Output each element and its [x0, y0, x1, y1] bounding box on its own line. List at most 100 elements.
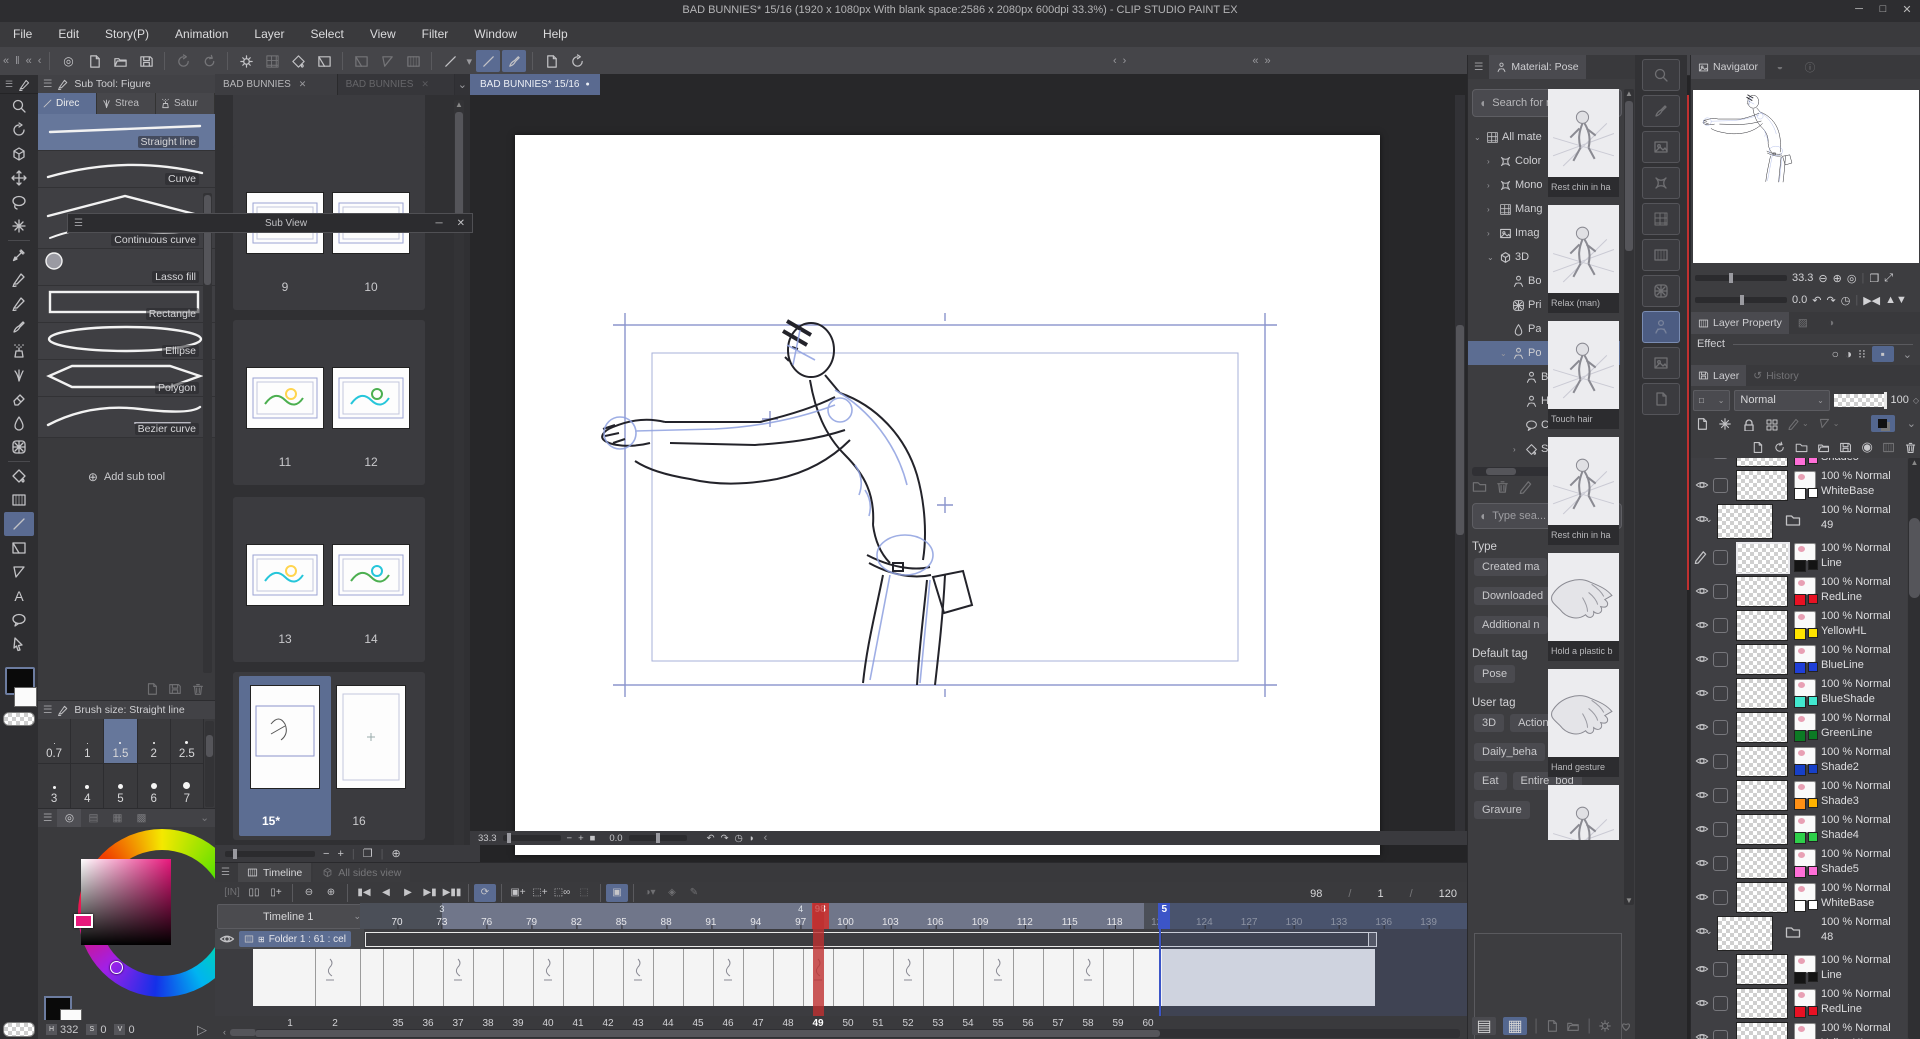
- register-material-icon[interactable]: [1566, 1019, 1580, 1033]
- select-rect-icon[interactable]: [349, 50, 373, 72]
- transparent-color-pill[interactable]: [3, 1022, 35, 1037]
- timeline-play[interactable]: ▶: [397, 884, 419, 902]
- extract-line-icon[interactable]: ⁝⁝: [1858, 347, 1866, 361]
- cel-checkbox[interactable]: [1713, 822, 1728, 837]
- brush-size-0.7[interactable]: 0.7: [38, 719, 71, 764]
- color-wheel-tab[interactable]: ◎: [57, 809, 81, 827]
- frame-ruler[interactable]: 7073767982858891949710010310610911211511…: [360, 903, 1467, 929]
- cel-checkbox[interactable]: [1713, 550, 1728, 565]
- saturation-value-square[interactable]: [81, 859, 171, 945]
- layer-row-yellowhl[interactable]: 100 % NormalYellowHL: [1691, 608, 1907, 643]
- zoom-out-icon[interactable]: ⊖: [1818, 272, 1827, 285]
- active-document-tab[interactable]: BAD BUNNIES* 15/16 ●: [470, 74, 600, 95]
- subtool-item-curve[interactable]: Curve: [38, 151, 215, 188]
- color-slider-tab[interactable]: ▤: [81, 812, 105, 824]
- fit-window-icon[interactable]: ⤢: [1884, 272, 1893, 285]
- panel-collapse-icon[interactable]: «: [23, 55, 35, 67]
- paste-material-icon[interactable]: [1545, 1019, 1559, 1033]
- timeline-add-track[interactable]: ▯+: [265, 884, 287, 902]
- tool-text[interactable]: A: [4, 584, 34, 608]
- new-layer-icon[interactable]: [1751, 440, 1764, 455]
- subtool-tab-satur[interactable]: Satur: [156, 93, 215, 114]
- page-spread-15-16[interactable]: 15*16: [233, 672, 425, 840]
- zoom-out-icon[interactable]: −: [323, 848, 329, 860]
- tool-frame-border[interactable]: [4, 536, 34, 560]
- rotate-right-icon[interactable]: ↷: [721, 833, 729, 844]
- undo-icon[interactable]: [171, 50, 195, 72]
- tab-info-icon[interactable]: ⓘ: [1795, 60, 1825, 75]
- tab-layer[interactable]: Layer: [1691, 365, 1746, 386]
- lock-transparent-icon[interactable]: [1764, 417, 1778, 431]
- subtool-tab-direc[interactable]: Direc: [38, 93, 97, 114]
- eye-icon[interactable]: [1695, 686, 1709, 700]
- shortcut-home[interactable]: [1642, 131, 1680, 163]
- layer-thumbnail[interactable]: [1736, 678, 1788, 709]
- tool-gradient[interactable]: [4, 488, 34, 512]
- document-tab-1[interactable]: BAD BUNNIES✕: [215, 74, 338, 95]
- page-thumbnail-12[interactable]: [333, 368, 409, 428]
- layer-thumbnail[interactable]: [1736, 644, 1788, 675]
- shortcut-monochrome[interactable]: [1642, 167, 1680, 199]
- new-document-icon[interactable]: [82, 50, 106, 72]
- eye-icon[interactable]: [1695, 584, 1709, 598]
- panel-collapse-icon[interactable]: ‹: [35, 55, 45, 67]
- shortcut-pattern[interactable]: [1642, 239, 1680, 271]
- select-border-icon[interactable]: [401, 50, 425, 72]
- cel-checkbox[interactable]: [1713, 788, 1728, 803]
- color-mixer-icon[interactable]: ▷: [197, 1022, 207, 1038]
- menu-filter[interactable]: Filter: [409, 22, 462, 47]
- material-tab[interactable]: Material: Pose: [1489, 55, 1585, 79]
- palette-dropdown[interactable]: □⌄: [1693, 390, 1730, 411]
- tool-auto-select[interactable]: [4, 214, 34, 238]
- lock-layer-icon[interactable]: [1741, 417, 1755, 431]
- tool-figure[interactable]: [4, 512, 34, 536]
- rotate-left-icon[interactable]: ↶: [1812, 294, 1821, 307]
- brush-size-5[interactable]: 5: [104, 764, 137, 809]
- layer-row-blueline[interactable]: 100 % NormalBlueLine: [1691, 642, 1907, 677]
- cel-checkbox[interactable]: [1713, 890, 1728, 905]
- eye-icon[interactable]: [1695, 652, 1709, 666]
- eye-icon[interactable]: [1695, 788, 1709, 802]
- page-spread-11-12[interactable]: 1112: [233, 320, 425, 485]
- tone-effect-icon[interactable]: ◑: [1845, 347, 1852, 361]
- layer-row-yellowhl[interactable]: 100 % NormalYellowHL: [1691, 1020, 1907, 1039]
- add-sub-tool-button[interactable]: ⊕ Add sub tool: [38, 464, 215, 490]
- shortcut-images[interactable]: [1642, 347, 1680, 379]
- timeline-prev-frame[interactable]: ◀: [375, 884, 397, 902]
- timeline-animation-cel-settings[interactable]: ▣: [606, 884, 628, 902]
- subview-close-icon[interactable]: ✕: [450, 218, 472, 229]
- page-thumbnail-14[interactable]: [333, 545, 409, 605]
- spread-view-icon[interactable]: ❐: [363, 847, 373, 860]
- subtool-item-polygon[interactable]: Polygon: [38, 360, 215, 397]
- subtool-item-lasso-fill[interactable]: Lasso fill: [38, 249, 215, 286]
- tool-polyline[interactable]: [4, 560, 34, 584]
- chevron-down-icon[interactable]: ⌄: [1904, 417, 1919, 430]
- timeline-onion-skin[interactable]: ◑▾: [639, 884, 661, 902]
- folder-chevron-icon[interactable]: ⌄: [1705, 926, 1713, 937]
- tab-prop2-icon[interactable]: ▨: [1789, 317, 1817, 329]
- eye-icon[interactable]: [1695, 478, 1709, 492]
- zoom-out-icon[interactable]: −: [567, 833, 573, 844]
- layer-thumbnail[interactable]: [1736, 848, 1788, 879]
- subview-minimize-icon[interactable]: ─: [429, 218, 450, 229]
- tool-operation[interactable]: [4, 632, 34, 656]
- reset-rotate-icon[interactable]: ◷: [1841, 294, 1851, 307]
- export-icon[interactable]: [168, 682, 182, 696]
- tool-balloon[interactable]: [4, 608, 34, 632]
- tool-decoration[interactable]: [4, 363, 34, 387]
- favorite-icon[interactable]: [1619, 1019, 1633, 1033]
- menu-window[interactable]: Window: [461, 22, 530, 47]
- mask-icon[interactable]: ◉: [1861, 439, 1872, 455]
- menu-storyp[interactable]: Story(P): [92, 22, 162, 47]
- layer-row-whitebase[interactable]: 100 % NormalWhiteBase: [1691, 468, 1907, 503]
- material-menu-icon[interactable]: ☰: [1468, 61, 1489, 73]
- bezier-tool-icon[interactable]: [502, 50, 526, 72]
- curve-tool-icon[interactable]: [476, 50, 500, 72]
- navigator-preview[interactable]: [1693, 90, 1919, 263]
- timeline-specify-cels[interactable]: ⬚∞: [551, 884, 573, 902]
- tab-navigator[interactable]: Navigator: [1691, 55, 1765, 79]
- page-thumbnail-13[interactable]: [247, 545, 323, 605]
- tool-airbrush[interactable]: [4, 339, 34, 363]
- sv-cursor[interactable]: [110, 961, 123, 974]
- zoom-in-icon[interactable]: +: [578, 833, 584, 844]
